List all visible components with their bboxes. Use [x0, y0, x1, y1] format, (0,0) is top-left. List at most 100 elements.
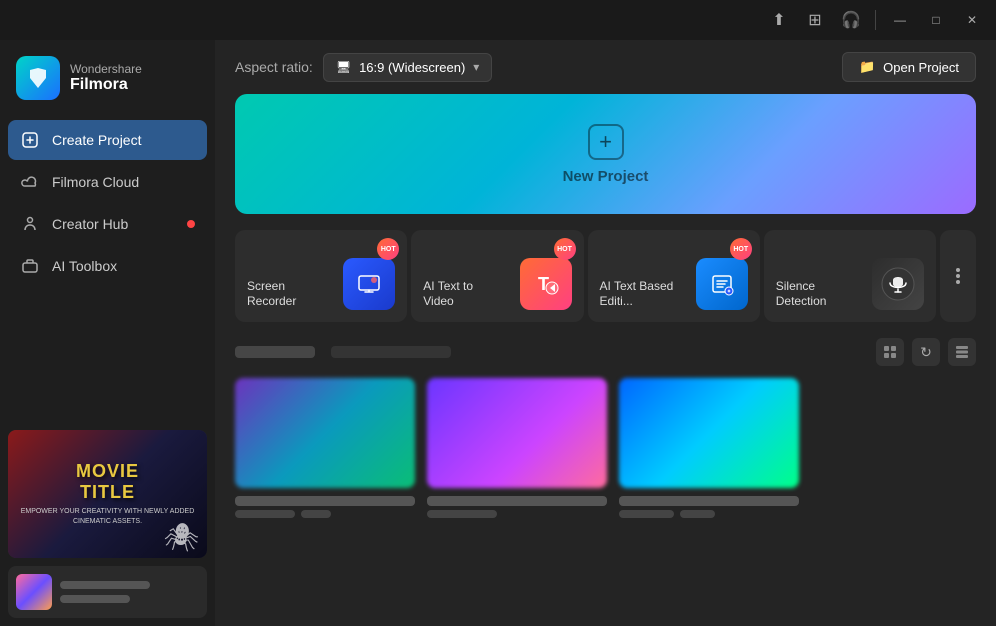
ai-text-based-editing-badge: HOT	[730, 238, 752, 260]
sidebar-item-ai-toolbox[interactable]: AI Toolbox	[8, 246, 207, 286]
folder-icon: 📁	[859, 59, 875, 75]
creator-hub-icon	[20, 214, 40, 234]
recent-card-1-meta	[235, 510, 415, 518]
refresh-button[interactable]: ↻	[912, 338, 940, 366]
recent-card-3[interactable]	[619, 378, 799, 518]
recent-title-blurred2	[331, 346, 451, 358]
sidebar-nav: Create Project Filmora Cloud Creato	[0, 120, 215, 286]
movie-thumb-content: MOVIETITLE EMPOWER YOUR CREATIVITY WITH …	[8, 430, 207, 558]
sidebar: Wondershare Filmora Create Project	[0, 40, 215, 626]
ai-text-to-video-label: AI Text to Video	[423, 279, 505, 310]
creator-hub-label: Creator Hub	[52, 216, 128, 232]
headphone-icon[interactable]: 🎧	[835, 4, 867, 36]
titlebar-divider	[875, 10, 876, 30]
thumb2-text-lines	[60, 581, 150, 603]
grid-small-button[interactable]	[876, 338, 904, 366]
feature-card-silence-detection[interactable]: Silence Detection	[764, 230, 936, 322]
ai-text-based-editing-icon	[696, 258, 748, 310]
ai-text-to-video-icon: T	[520, 258, 572, 310]
screen-recorder-icon	[343, 258, 395, 310]
screen-recorder-label: Screen Recorder	[247, 279, 329, 310]
aspect-ratio-label: Aspect ratio:	[235, 59, 313, 75]
recent-card-3-meta2	[680, 510, 715, 518]
more-button[interactable]	[940, 230, 976, 322]
aspect-ratio-group: Aspect ratio: 🖥 16:9 (Widescreen) ▾	[235, 53, 492, 82]
feature-card-screen-recorder[interactable]: HOT Screen Recorder	[235, 230, 407, 322]
sidebar-item-creator-hub[interactable]: Creator Hub	[8, 204, 207, 244]
movie-thumbnail[interactable]: MOVIETITLE EMPOWER YOUR CREATIVITY WITH …	[8, 430, 207, 558]
upload-icon[interactable]: ⬆	[763, 4, 795, 36]
ai-toolbox-label: AI Toolbox	[52, 258, 117, 274]
minimize-button[interactable]: —	[884, 4, 916, 36]
movie-thumb-title: MOVIETITLE	[76, 461, 139, 503]
new-project-label: New Project	[563, 168, 649, 185]
sidebar-logo: Wondershare Filmora	[0, 40, 215, 120]
screen-recorder-badge: HOT	[377, 238, 399, 260]
aspect-ratio-select[interactable]: 🖥 16:9 (Widescreen) ▾	[323, 53, 492, 82]
open-project-label: Open Project	[883, 60, 959, 75]
titlebar: ⬆ ⊞ 🎧 — □ ✕	[0, 0, 996, 40]
recent-card-2-meta1	[427, 510, 497, 518]
spider-icon: 🕷	[163, 521, 199, 554]
aspect-ratio-value: 16:9 (Widescreen)	[359, 60, 465, 75]
recent-thumb-1	[235, 378, 415, 488]
filmora-cloud-icon	[20, 172, 40, 192]
grid-icon[interactable]: ⊞	[799, 4, 831, 36]
open-project-button[interactable]: 📁 Open Project	[842, 52, 976, 82]
sidebar-bottom: MOVIETITLE EMPOWER YOUR CREATIVITY WITH …	[0, 422, 215, 626]
recent-header: ↻	[235, 338, 976, 366]
filmora-cloud-label: Filmora Cloud	[52, 174, 139, 190]
close-button[interactable]: ✕	[956, 4, 988, 36]
aspect-ratio-monitor-icon: 🖥	[336, 60, 351, 74]
recent-card-1-meta1	[235, 510, 295, 518]
recent-thumb-2	[427, 378, 607, 488]
silence-detection-icon	[872, 258, 924, 310]
recent-card-2-meta	[427, 510, 607, 518]
ai-text-based-editing-label: AI Text Based Editi...	[600, 279, 682, 310]
logo-brand: Wondershare	[70, 62, 142, 76]
creator-hub-notification-dot	[187, 220, 195, 228]
ai-toolbox-icon	[20, 256, 40, 276]
content-header: Aspect ratio: 🖥 16:9 (Widescreen) ▾ 📁 Op…	[215, 40, 996, 94]
recent-card-3-title	[619, 496, 799, 506]
recent-title-group	[235, 346, 451, 358]
titlebar-controls: ⬆ ⊞ 🎧 — □ ✕	[763, 4, 988, 36]
sidebar-item-filmora-cloud[interactable]: Filmora Cloud	[8, 162, 207, 202]
thumb2-line2	[60, 595, 130, 603]
feature-card-ai-text-to-video[interactable]: HOT AI Text to Video T	[411, 230, 583, 322]
recent-card-2-title-row	[427, 496, 607, 506]
create-project-icon	[20, 130, 40, 150]
recent-card-3-meta	[619, 510, 799, 518]
recent-card-1-meta2	[301, 510, 331, 518]
logo-name: Filmora	[70, 76, 142, 94]
content-area: Aspect ratio: 🖥 16:9 (Widescreen) ▾ 📁 Op…	[215, 40, 996, 626]
recent-title-blurred1	[235, 346, 315, 358]
app-logo-icon	[16, 56, 60, 100]
maximize-button[interactable]: □	[920, 4, 952, 36]
chevron-down-icon: ▾	[473, 60, 479, 74]
recent-card-1-title-row	[235, 496, 415, 506]
new-project-banner[interactable]: + New Project	[235, 94, 976, 214]
silence-detection-label: Silence Detection	[776, 279, 858, 310]
list-view-button[interactable]	[948, 338, 976, 366]
recent-section: ↻	[215, 338, 996, 626]
logo-text: Wondershare Filmora	[70, 62, 142, 94]
create-project-label: Create Project	[52, 132, 141, 148]
thumb2-line1	[60, 581, 150, 589]
recent-card-1-title	[235, 496, 415, 506]
main-layout: Wondershare Filmora Create Project	[0, 40, 996, 626]
feature-cards: HOT Screen Recorder HOT AI Text to Video…	[215, 230, 996, 322]
recent-card-2[interactable]	[427, 378, 607, 518]
sidebar-item-create-project[interactable]: Create Project	[8, 120, 207, 160]
more-dots-icon	[956, 268, 960, 284]
ai-text-to-video-badge: HOT	[554, 238, 576, 260]
recent-thumb-3	[619, 378, 799, 488]
recent-controls: ↻	[876, 338, 976, 366]
thumb2-color-block	[16, 574, 52, 610]
recent-grid	[235, 378, 976, 518]
new-project-plus-icon: +	[588, 124, 624, 160]
sidebar-thumb2[interactable]	[8, 566, 207, 618]
feature-card-ai-text-based-editing[interactable]: HOT AI Text Based Editi...	[588, 230, 760, 322]
recent-card-3-meta1	[619, 510, 674, 518]
recent-card-1[interactable]	[235, 378, 415, 518]
